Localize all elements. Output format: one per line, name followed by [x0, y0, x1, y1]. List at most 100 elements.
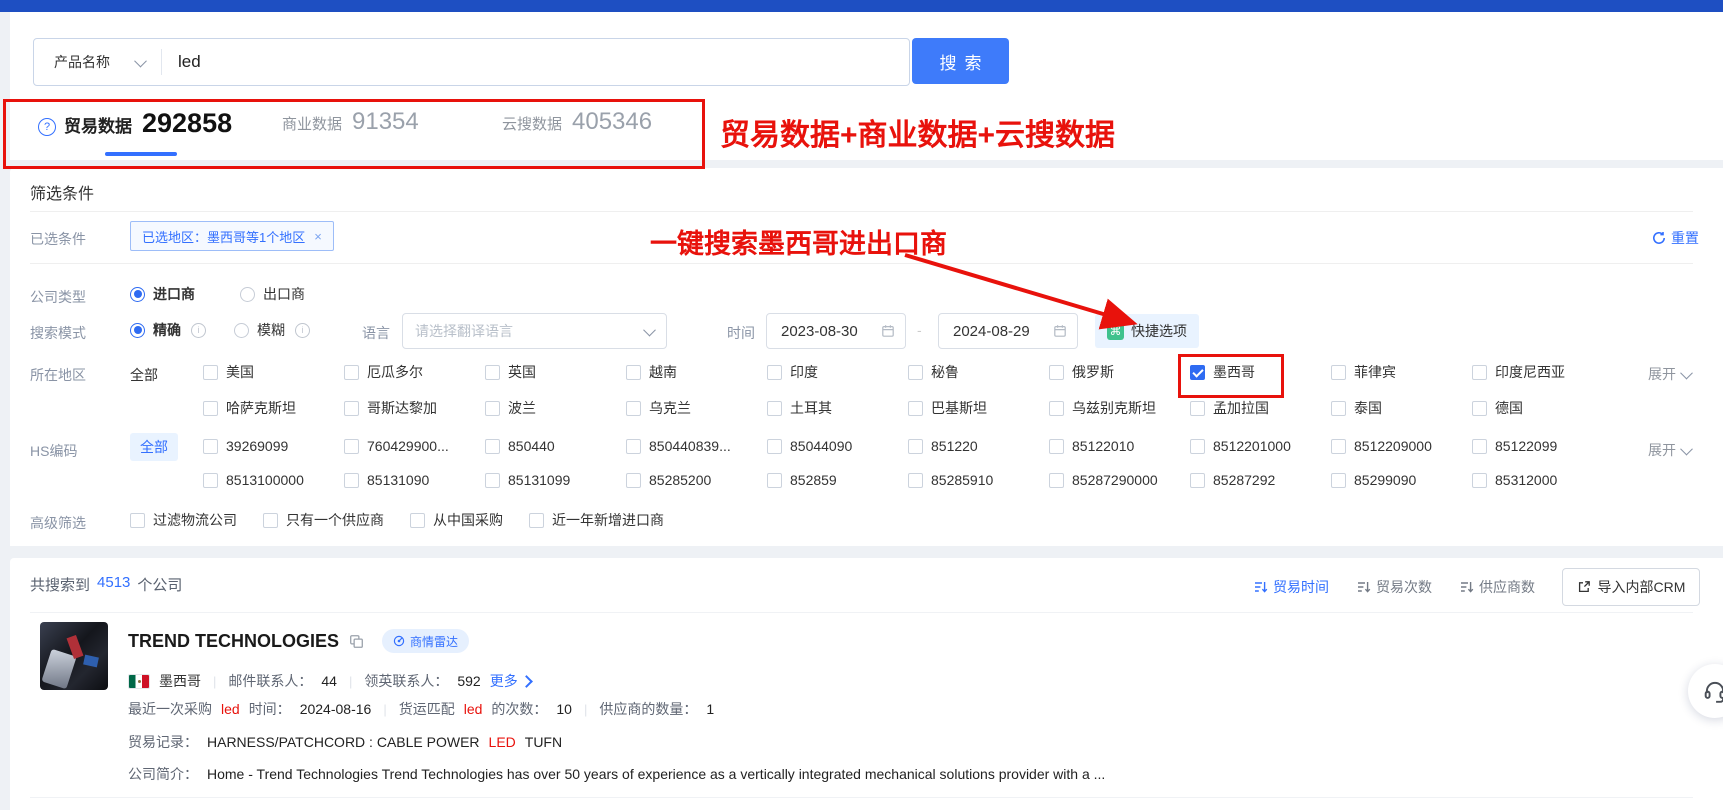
checkbox-icon[interactable]: [485, 473, 500, 488]
hs-code-checkbox[interactable]: 851220: [908, 438, 1049, 454]
region-checkbox[interactable]: 泰国: [1331, 398, 1472, 418]
advanced-filter-checkbox[interactable]: 过滤物流公司: [130, 510, 237, 530]
hs-code-checkbox[interactable]: 760429900...: [344, 438, 485, 454]
checkbox-icon[interactable]: [1472, 439, 1487, 454]
checkbox-icon[interactable]: [767, 365, 782, 380]
date-to-input[interactable]: 2024-08-29: [938, 313, 1078, 349]
company-thumbnail[interactable]: [40, 622, 108, 690]
search-input[interactable]: [162, 52, 909, 72]
checkbox-icon[interactable]: [203, 473, 218, 488]
close-icon[interactable]: ×: [314, 229, 322, 244]
search-button[interactable]: 搜索: [912, 38, 1009, 84]
checkbox-icon[interactable]: [908, 401, 923, 416]
checkbox-checked-icon[interactable]: [1190, 365, 1205, 380]
quick-options-button[interactable]: ⌘ 快捷选项: [1095, 314, 1199, 348]
selected-region-tag[interactable]: 已选地区：墨西哥等1个地区 ×: [130, 221, 334, 251]
sort-trade-count[interactable]: 贸易次数: [1357, 577, 1432, 597]
region-checkbox[interactable]: 哈萨克斯坦: [203, 398, 344, 418]
checkbox-icon[interactable]: [1331, 439, 1346, 454]
date-from-input[interactable]: 2023-08-30: [766, 313, 906, 349]
region-checkbox[interactable]: 厄瓜多尔: [344, 362, 485, 382]
checkbox-icon[interactable]: [410, 513, 425, 528]
region-expand-button[interactable]: 展开: [1648, 364, 1691, 384]
region-checkbox[interactable]: 美国: [203, 362, 344, 382]
advanced-filter-checkbox[interactable]: 只有一个供应商: [263, 510, 384, 530]
radio-exact-mode[interactable]: 精确 i: [130, 320, 206, 340]
region-checkbox[interactable]: 秘鲁: [908, 362, 1049, 382]
hs-code-checkbox[interactable]: 850440: [485, 438, 626, 454]
checkbox-icon[interactable]: [529, 513, 544, 528]
hs-all-option[interactable]: 全部: [130, 433, 178, 461]
region-checkbox[interactable]: 巴基斯坦: [908, 398, 1049, 418]
hs-code-checkbox[interactable]: 85287290000: [1049, 472, 1190, 488]
checkbox-icon[interactable]: [1331, 401, 1346, 416]
tab-cloud-data[interactable]: 云搜数据 405346: [502, 108, 652, 136]
region-checkbox[interactable]: 越南: [626, 362, 767, 382]
checkbox-icon[interactable]: [263, 513, 278, 528]
sort-supplier-count[interactable]: 供应商数: [1460, 577, 1535, 597]
checkbox-icon[interactable]: [626, 439, 641, 454]
checkbox-icon[interactable]: [1331, 365, 1346, 380]
region-checkbox[interactable]: 土耳其: [767, 398, 908, 418]
radio-exporter[interactable]: 出口商: [240, 284, 305, 304]
checkbox-icon[interactable]: [344, 439, 359, 454]
region-checkbox[interactable]: 菲律宾: [1331, 362, 1472, 382]
checkbox-icon[interactable]: [203, 365, 218, 380]
checkbox-icon[interactable]: [1190, 473, 1205, 488]
checkbox-icon[interactable]: [1049, 439, 1064, 454]
sort-trade-time[interactable]: 贸易时间: [1254, 577, 1329, 597]
hs-code-checkbox[interactable]: 85131099: [485, 472, 626, 488]
region-checkbox[interactable]: 印度尼西亚: [1472, 362, 1613, 382]
region-checkbox[interactable]: 波兰: [485, 398, 626, 418]
hs-code-checkbox[interactable]: 8512201000: [1190, 438, 1331, 454]
region-checkbox[interactable]: 墨西哥: [1190, 362, 1331, 382]
checkbox-icon[interactable]: [344, 473, 359, 488]
region-checkbox[interactable]: 孟加拉国: [1190, 398, 1331, 418]
hs-code-checkbox[interactable]: 85131090: [344, 472, 485, 488]
advanced-filter-checkbox[interactable]: 从中国采购: [410, 510, 503, 530]
checkbox-icon[interactable]: [203, 401, 218, 416]
checkbox-icon[interactable]: [485, 401, 500, 416]
business-radar-badge[interactable]: 商情雷达: [382, 629, 469, 653]
hs-code-checkbox[interactable]: 850440839...: [626, 438, 767, 454]
checkbox-icon[interactable]: [1472, 401, 1487, 416]
checkbox-icon[interactable]: [908, 439, 923, 454]
radio-fuzzy-mode[interactable]: 模糊 i: [234, 320, 310, 340]
checkbox-icon[interactable]: [1049, 473, 1064, 488]
checkbox-icon[interactable]: [1190, 401, 1205, 416]
checkbox-icon[interactable]: [130, 513, 145, 528]
checkbox-icon[interactable]: [344, 365, 359, 380]
region-checkbox[interactable]: 德国: [1472, 398, 1613, 418]
hs-expand-button[interactable]: 展开: [1648, 440, 1691, 460]
tab-trade-data[interactable]: 贸易数据 292858: [64, 108, 232, 139]
checkbox-icon[interactable]: [908, 473, 923, 488]
checkbox-icon[interactable]: [626, 473, 641, 488]
region-checkbox[interactable]: 哥斯达黎加: [344, 398, 485, 418]
hs-code-checkbox[interactable]: 85122010: [1049, 438, 1190, 454]
checkbox-icon[interactable]: [203, 439, 218, 454]
hs-code-checkbox[interactable]: 85299090: [1331, 472, 1472, 488]
checkbox-icon[interactable]: [767, 401, 782, 416]
checkbox-icon[interactable]: [626, 365, 641, 380]
region-checkbox[interactable]: 印度: [767, 362, 908, 382]
checkbox-icon[interactable]: [1049, 401, 1064, 416]
hs-code-checkbox[interactable]: 85285910: [908, 472, 1049, 488]
region-checkbox[interactable]: 俄罗斯: [1049, 362, 1190, 382]
hs-code-checkbox[interactable]: 85122099: [1472, 438, 1613, 454]
region-all-option[interactable]: 全部: [130, 365, 158, 385]
advanced-filter-checkbox[interactable]: 近一年新增进口商: [529, 510, 664, 530]
more-link[interactable]: 更多: [490, 671, 531, 691]
help-question-icon[interactable]: ?: [38, 118, 56, 136]
radio-importer[interactable]: 进口商: [130, 284, 195, 304]
hs-code-checkbox[interactable]: 85044090: [767, 438, 908, 454]
checkbox-icon[interactable]: [767, 473, 782, 488]
checkbox-icon[interactable]: [485, 439, 500, 454]
checkbox-icon[interactable]: [1331, 473, 1346, 488]
hs-code-checkbox[interactable]: 39269099: [203, 438, 344, 454]
company-name[interactable]: TREND TECHNOLOGIES: [128, 631, 339, 652]
checkbox-icon[interactable]: [626, 401, 641, 416]
region-checkbox[interactable]: 乌兹别克斯坦: [1049, 398, 1190, 418]
hs-code-checkbox[interactable]: 85312000: [1472, 472, 1613, 488]
checkbox-icon[interactable]: [1472, 473, 1487, 488]
checkbox-icon[interactable]: [1049, 365, 1064, 380]
